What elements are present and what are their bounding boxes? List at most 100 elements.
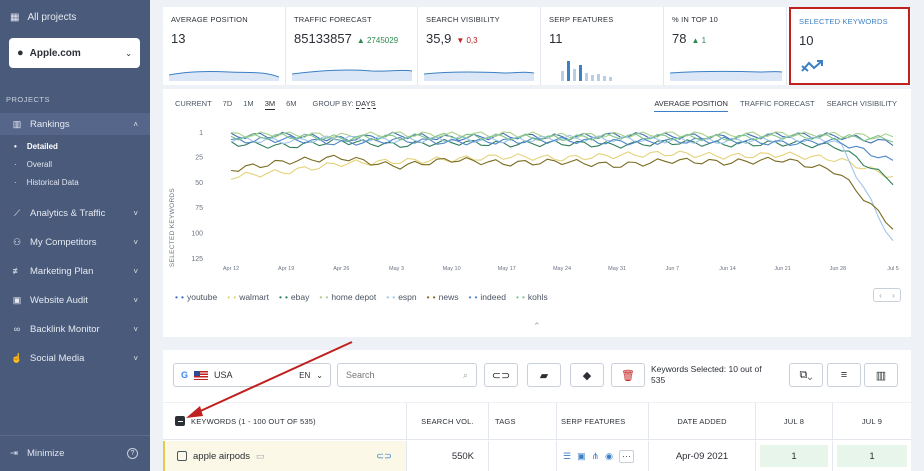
collapse-chevron-icon[interactable]: ⌃ bbox=[533, 321, 541, 332]
sidebar-item-label: Marketing Plan bbox=[30, 265, 94, 277]
tag-button[interactable]: ◆ bbox=[570, 363, 604, 387]
tab-3m[interactable]: 3M bbox=[264, 99, 276, 110]
keywords-selected-text: Keywords Selected: 10 out of 535 bbox=[651, 364, 762, 385]
tab-7d[interactable]: 7D bbox=[223, 99, 233, 110]
table-row[interactable]: apple airpods ▭ ⊂⊃ bbox=[163, 441, 407, 471]
delete-button[interactable]: 🗑 bbox=[611, 363, 645, 387]
sparkline bbox=[670, 70, 782, 81]
card-in-top-10[interactable]: % IN TOP 10 78 ▲ 1 bbox=[664, 7, 787, 85]
card-title: % IN TOP 10 bbox=[672, 15, 718, 24]
position-value: 1 bbox=[837, 445, 907, 467]
legend-item[interactable]: •ebay bbox=[279, 292, 309, 302]
card-serp-features[interactable]: SERP FEATURES 11 bbox=[541, 7, 664, 85]
sidebar-sub-historical[interactable]: · Historical Data bbox=[14, 178, 79, 187]
x-tick-label: Jun 28 bbox=[830, 266, 847, 272]
tab-search-visibility[interactable]: SEARCH VISIBILITY bbox=[827, 99, 897, 112]
trend-icon bbox=[801, 60, 823, 72]
link-button[interactable]: ⊂⊃ bbox=[484, 363, 518, 387]
header-keywords[interactable]: KEYWORDS (1 - 100 OUT OF 535) bbox=[163, 403, 407, 440]
sparkline bbox=[292, 69, 412, 81]
filter-button[interactable]: ≡ bbox=[827, 363, 861, 387]
metric-cards: AVERAGE POSITION 13 TRAFFIC FORECAST 851… bbox=[163, 7, 911, 85]
card-average-position[interactable]: AVERAGE POSITION 13 bbox=[163, 7, 286, 85]
all-projects-label: All projects bbox=[27, 12, 77, 23]
card-search-visibility[interactable]: SEARCH VISIBILITY 35,9 ▼ 0,3 bbox=[418, 7, 541, 85]
sidebar-item-competitors[interactable]: ⚇ My Competitors ˅ bbox=[0, 231, 150, 253]
jul9-cell: 1 bbox=[833, 441, 911, 471]
card-selected-keywords[interactable]: SELECTED KEYWORDS 10 bbox=[789, 7, 910, 85]
search-icon[interactable]: ⌕ bbox=[463, 370, 468, 381]
engine-country-selector[interactable]: G USA EN ⌄ bbox=[173, 363, 331, 387]
columns-button[interactable]: ▥ bbox=[864, 363, 898, 387]
x-tick-label: May 17 bbox=[498, 266, 516, 272]
tab-traffic-forecast[interactable]: TRAFFIC FORECAST bbox=[740, 99, 815, 112]
y-tick-label: 75 bbox=[195, 205, 203, 212]
select-all-checkbox[interactable] bbox=[175, 416, 185, 426]
header-jul9[interactable]: JUL 9 bbox=[833, 403, 911, 440]
search-input[interactable] bbox=[346, 370, 456, 380]
series-line[interactable] bbox=[230, 134, 894, 241]
position-chart: 1255075100125Apr 12 Apr 19 Apr 26 May 3 May … bbox=[191, 130, 899, 272]
sidebar-item-marketing-plan[interactable]: ≢ Marketing Plan ˅ bbox=[0, 260, 150, 282]
all-projects-link[interactable]: ▦ All projects bbox=[10, 12, 76, 23]
tags-cell[interactable] bbox=[489, 441, 557, 471]
row-checkbox[interactable] bbox=[177, 451, 187, 461]
help-icon[interactable]: ? bbox=[127, 448, 138, 459]
legend-item[interactable]: •kohls bbox=[516, 292, 548, 302]
legend-item[interactable]: •espn bbox=[386, 292, 416, 302]
add-to-folder-button[interactable]: ▰ bbox=[527, 363, 561, 387]
legend-item[interactable]: •walmart bbox=[227, 292, 269, 302]
sidebar-item-backlink-monitor[interactable]: ∞ Backlink Monitor ˅ bbox=[0, 318, 150, 340]
tab-6m[interactable]: 6M bbox=[286, 99, 296, 110]
series-line[interactable] bbox=[230, 154, 894, 230]
card-title: TRAFFIC FORECAST bbox=[294, 15, 372, 24]
comment-icon[interactable]: ▭ bbox=[256, 451, 265, 462]
minimize-button[interactable]: ⇥ Minimize ? bbox=[0, 435, 150, 471]
legend-item[interactable]: •news bbox=[427, 292, 459, 302]
project-selector[interactable]: ● Apple.com ⌄ bbox=[9, 38, 140, 68]
sidebar-item-website-audit[interactable]: ▣ Website Audit ˅ bbox=[0, 289, 150, 311]
link-icon[interactable]: ⊂⊃ bbox=[376, 451, 392, 462]
sidebar-item-label: Rankings bbox=[30, 118, 70, 130]
tab-current[interactable]: CURRENT bbox=[175, 99, 212, 110]
google-icon: G bbox=[181, 370, 189, 380]
keyword-text: apple airpods bbox=[193, 450, 251, 462]
y-tick-label: 50 bbox=[195, 180, 203, 187]
link-icon: ∞ bbox=[13, 324, 21, 334]
series-line[interactable] bbox=[230, 150, 894, 180]
header-search-vol[interactable]: SEARCH VOL. bbox=[407, 403, 489, 440]
list-icon: ☰ bbox=[563, 450, 572, 461]
x-tick-label: May 31 bbox=[608, 266, 626, 272]
header-date-added[interactable]: DATE ADDED bbox=[649, 403, 756, 440]
more-icon[interactable]: ⋯ bbox=[619, 449, 634, 463]
x-tick-label: May 24 bbox=[553, 266, 571, 272]
chevron-down-icon: ˅ bbox=[133, 237, 138, 247]
link-icon: ⊂⊃ bbox=[491, 369, 511, 382]
sidebar-sub-detailed[interactable]: • Detailed bbox=[14, 142, 58, 151]
group-by-dropdown[interactable]: DAYS bbox=[355, 99, 376, 109]
chevron-down-icon: ˅ bbox=[133, 324, 138, 334]
sidebar-item-label: Social Media bbox=[30, 352, 85, 364]
keywords-table: KEYWORDS (1 - 100 OUT OF 535) SEARCH VOL… bbox=[163, 403, 911, 471]
header-jul8[interactable]: JUL 8 bbox=[756, 403, 833, 440]
legend-item[interactable]: •youtube bbox=[175, 292, 217, 302]
chevron-right-icon[interactable]: › bbox=[892, 291, 895, 300]
series-line[interactable] bbox=[230, 138, 894, 186]
sidebar-sub-overall[interactable]: · Overall bbox=[14, 160, 52, 169]
view-tabs: AVERAGE POSITION TRAFFIC FORECAST SEARCH… bbox=[654, 99, 897, 112]
legend-item[interactable]: •home depot bbox=[319, 292, 376, 302]
card-title: SELECTED KEYWORDS bbox=[799, 17, 888, 26]
sidebar-item-analytics[interactable]: ⟋ Analytics & Traffic ˅ bbox=[0, 202, 150, 224]
card-traffic-forecast[interactable]: TRAFFIC FORECAST 85133857 ▲ 2745029 bbox=[286, 7, 418, 85]
header-serp-features[interactable]: SERP FEATURES bbox=[557, 403, 649, 440]
sidebar-item-social-media[interactable]: ☝ Social Media ˅ bbox=[0, 347, 150, 369]
tab-1m[interactable]: 1M bbox=[243, 99, 253, 110]
legend-pager[interactable]: ‹ › bbox=[873, 288, 901, 302]
x-tick-label: May 3 bbox=[389, 266, 404, 272]
copy-button[interactable]: ⧉⌄ bbox=[789, 363, 823, 387]
legend-item[interactable]: •indeed bbox=[468, 292, 506, 302]
chevron-left-icon[interactable]: ‹ bbox=[879, 291, 882, 300]
sidebar-item-rankings[interactable]: ▥ Rankings ˄ bbox=[0, 113, 150, 135]
header-tags[interactable]: TAGS bbox=[489, 403, 557, 440]
tab-average-position[interactable]: AVERAGE POSITION bbox=[654, 99, 728, 112]
